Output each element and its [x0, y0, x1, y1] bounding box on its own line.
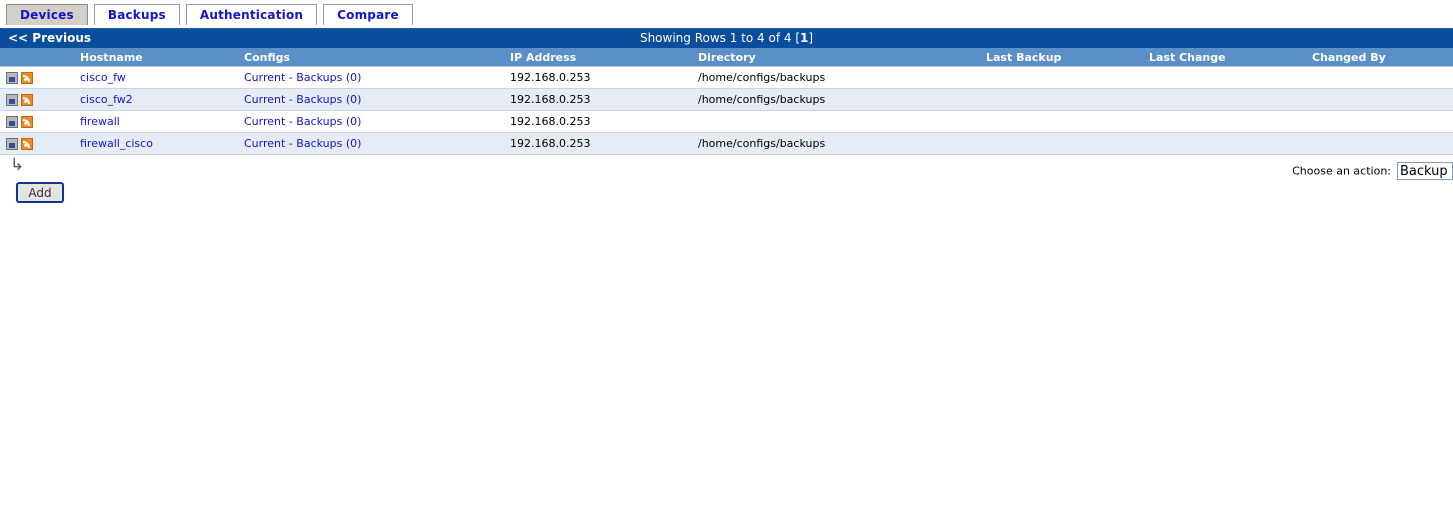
column-header-last-change[interactable]: Last Change	[1145, 48, 1308, 67]
cell-hostname: cisco_fw	[76, 66, 240, 89]
feed-icon[interactable]	[21, 116, 33, 128]
cell-configs: Current - Backups (0)	[240, 66, 506, 89]
cell-ip-address: 192.168.0.253	[506, 88, 694, 111]
cell-last-change	[1145, 88, 1308, 111]
cell-last-backup	[982, 110, 1145, 133]
cell-changed-by	[1308, 110, 1453, 133]
table-row[interactable]: cisco_fw2 Current - Backups (0) 192.168.…	[0, 88, 1453, 111]
table-row[interactable]: firewall_cisco Current - Backups (0) 192…	[0, 132, 1453, 155]
cell-configs: Current - Backups (0)	[240, 110, 506, 133]
device-icon[interactable]	[6, 94, 18, 106]
cell-ip-address: 192.168.0.253	[506, 110, 694, 133]
cell-last-backup	[982, 88, 1145, 111]
feed-icon[interactable]	[21, 138, 33, 150]
row-icons-cell	[0, 132, 76, 155]
cell-last-backup	[982, 132, 1145, 155]
tab-devices-label: Devices	[20, 8, 74, 22]
column-header-configs[interactable]: Configs	[240, 48, 506, 67]
table-body: cisco_fw Current - Backups (0) 192.168.0…	[0, 66, 1453, 155]
cell-ip-address: 192.168.0.253	[506, 132, 694, 155]
column-header-icons	[0, 48, 76, 67]
row-icons-cell	[0, 66, 76, 89]
hostname-link[interactable]: firewall_cisco	[80, 137, 153, 150]
table-header: Hostname Configs IP Address Directory La…	[0, 48, 1453, 67]
column-header-changed-by[interactable]: Changed By	[1308, 48, 1453, 67]
cell-last-change	[1145, 66, 1308, 89]
choose-action-label: Choose an action:	[1292, 164, 1391, 178]
table-footer: ↳ Choose an action: Backup Add	[0, 155, 1453, 203]
column-header-hostname[interactable]: Hostname	[76, 48, 240, 67]
choose-action-group: Choose an action: Backup	[1292, 162, 1453, 180]
cell-ip-address: 192.168.0.253	[506, 66, 694, 89]
hostname-link[interactable]: firewall	[80, 115, 120, 128]
tab-devices[interactable]: Devices	[6, 4, 88, 25]
showing-rows-text: Showing Rows 1 to 4 of 4 [1]	[0, 31, 1453, 45]
cell-directory: /home/configs/backups	[694, 132, 982, 155]
configs-link[interactable]: Current - Backups (0)	[244, 137, 361, 150]
showing-rows-prefix: Showing Rows 1 to 4 of 4 [	[639, 31, 800, 45]
configs-link[interactable]: Current - Backups (0)	[244, 71, 361, 84]
add-button[interactable]: Add	[16, 182, 64, 203]
cell-directory: /home/configs/backups	[694, 66, 982, 89]
table-row[interactable]: cisco_fw Current - Backups (0) 192.168.0…	[0, 66, 1453, 89]
device-icon[interactable]	[6, 138, 18, 150]
cell-last-change	[1145, 132, 1308, 155]
row-icons-cell	[0, 110, 76, 133]
devices-table: Hostname Configs IP Address Directory La…	[0, 48, 1453, 155]
tab-compare-label: Compare	[337, 8, 399, 22]
tab-backups-label: Backups	[107, 8, 166, 22]
showing-rows-suffix: ]	[808, 31, 814, 45]
column-header-ip-address[interactable]: IP Address	[506, 48, 694, 67]
feed-icon[interactable]	[21, 72, 33, 84]
cell-last-change	[1145, 110, 1308, 133]
tab-bar: Devices Backups Authentication Compare	[0, 0, 1453, 28]
cell-directory	[694, 110, 982, 133]
hostname-link[interactable]: cisco_fw	[80, 71, 126, 84]
suboption-arrow-icon: ↳	[10, 155, 25, 175]
column-header-last-backup[interactable]: Last Backup	[982, 48, 1145, 67]
column-header-directory[interactable]: Directory	[694, 48, 982, 67]
tab-authentication-label: Authentication	[199, 8, 304, 22]
hostname-link[interactable]: cisco_fw2	[80, 93, 133, 106]
table-header-row: Hostname Configs IP Address Directory La…	[0, 48, 1453, 67]
tab-compare[interactable]: Compare	[323, 4, 413, 25]
device-icon[interactable]	[6, 116, 18, 128]
cell-configs: Current - Backups (0)	[240, 132, 506, 155]
tab-authentication[interactable]: Authentication	[185, 4, 318, 25]
cell-changed-by	[1308, 132, 1453, 155]
cell-directory: /home/configs/backups	[694, 88, 982, 111]
row-icons-cell	[0, 88, 76, 111]
cell-hostname: cisco_fw2	[76, 88, 240, 111]
status-bar: << Previous Showing Rows 1 to 4 of 4 [1]	[0, 28, 1453, 48]
action-select[interactable]: Backup	[1397, 162, 1453, 180]
cell-last-backup	[982, 66, 1145, 89]
tab-backups[interactable]: Backups	[93, 4, 180, 25]
configs-link[interactable]: Current - Backups (0)	[244, 115, 361, 128]
table-row[interactable]: firewall Current - Backups (0) 192.168.0…	[0, 110, 1453, 133]
cell-hostname: firewall_cisco	[76, 132, 240, 155]
feed-icon[interactable]	[21, 94, 33, 106]
configs-link[interactable]: Current - Backups (0)	[244, 93, 361, 106]
cell-changed-by	[1308, 88, 1453, 111]
add-button-wrap: Add	[16, 182, 64, 203]
device-icon[interactable]	[6, 72, 18, 84]
cell-changed-by	[1308, 66, 1453, 89]
cell-configs: Current - Backups (0)	[240, 88, 506, 111]
cell-hostname: firewall	[76, 110, 240, 133]
